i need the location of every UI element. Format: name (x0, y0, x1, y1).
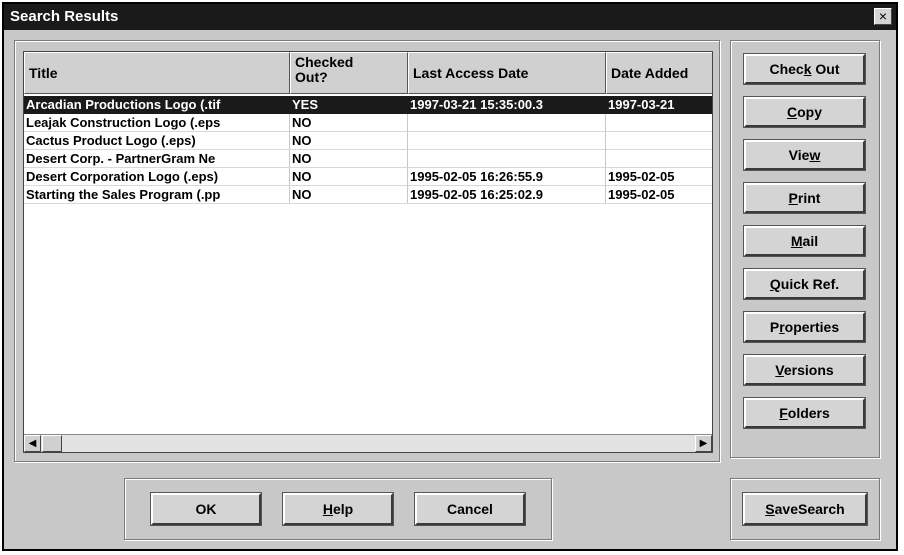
title-bar: Search Results × (4, 4, 896, 30)
quick-ref-button[interactable]: Quick Ref. (743, 268, 866, 300)
cell-title: Arcadian Productions Logo (.tif (24, 96, 290, 114)
cell-last-access (408, 114, 606, 132)
button-label: olders (787, 405, 830, 421)
button-label: P (769, 319, 780, 335)
horizontal-scrollbar[interactable]: ◀ ▶ (24, 434, 712, 452)
cell-date-added: 1997-03-21 (606, 96, 712, 114)
mnemonic: Q (769, 276, 781, 292)
print-button[interactable]: Print (743, 182, 866, 214)
list-rows: Arcadian Productions Logo (.tif YES 1997… (24, 96, 712, 204)
cell-checked-out: NO (290, 114, 408, 132)
copy-button[interactable]: Copy (743, 96, 866, 128)
list-header: Title Checked Out? Last Access Date Date… (24, 52, 712, 94)
scroll-right-button[interactable]: ▶ (695, 435, 712, 452)
check-out-button[interactable]: Check Out (743, 53, 866, 85)
button-label: elp (332, 501, 354, 517)
properties-button[interactable]: Properties (743, 311, 866, 343)
cell-title: Cactus Product Logo (.eps) (24, 132, 290, 150)
button-label: Out (811, 61, 840, 77)
cell-date-added (606, 114, 712, 132)
search-results-dialog: Search Results × Title Checked Out? Last… (2, 2, 898, 551)
help-button[interactable]: Help (282, 492, 394, 526)
mail-button[interactable]: Mail (743, 225, 866, 257)
button-label: Vie (788, 147, 810, 163)
column-header-date-added[interactable]: Date Added (606, 52, 712, 94)
button-label: aveSearch (774, 501, 845, 517)
button-label: operties (784, 319, 840, 335)
cell-last-access (408, 132, 606, 150)
view-button[interactable]: View (743, 139, 866, 171)
table-row[interactable]: Cactus Product Logo (.eps) NO (24, 132, 712, 150)
cell-date-added (606, 150, 712, 168)
cell-title: Leajak Construction Logo (.eps (24, 114, 290, 132)
close-icon: × (878, 8, 888, 24)
close-button[interactable]: × (874, 8, 892, 25)
mnemonic: F (779, 405, 788, 421)
mnemonic: V (775, 362, 784, 378)
dialog-button-panel: OK Help Cancel (124, 478, 552, 540)
cell-title: Desert Corp. - PartnerGram Ne (24, 150, 290, 168)
save-search-button[interactable]: SaveSearch (742, 492, 868, 526)
mnemonic: H (322, 501, 333, 517)
cell-date-added: 1995-02-05 (606, 186, 712, 204)
cell-title: Starting the Sales Program (.pp (24, 186, 290, 204)
scroll-thumb[interactable] (42, 435, 62, 452)
cell-last-access: 1995-02-05 16:25:02.9 (408, 186, 606, 204)
table-row[interactable]: Starting the Sales Program (.pp NO 1995-… (24, 186, 712, 204)
mnemonic: M (790, 233, 803, 249)
column-header-title[interactable]: Title (24, 52, 290, 94)
cancel-button[interactable]: Cancel (414, 492, 526, 526)
table-row[interactable]: Leajak Construction Logo (.eps NO (24, 114, 712, 132)
button-label: ail (802, 233, 819, 249)
button-label: OK (195, 501, 217, 517)
action-button-panel: Check Out Copy View Print Mail Quick Ref… (730, 40, 880, 458)
mnemonic: C (786, 104, 798, 120)
cell-checked-out: YES (290, 96, 408, 114)
button-label: uick Ref. (780, 276, 840, 292)
table-row[interactable]: Arcadian Productions Logo (.tif YES 1997… (24, 96, 712, 114)
table-row[interactable]: Desert Corporation Logo (.eps) NO 1995-0… (24, 168, 712, 186)
column-header-checked-out[interactable]: Checked Out? (290, 52, 408, 94)
scroll-left-icon: ◀ (28, 438, 37, 449)
mnemonic: k (803, 61, 812, 77)
results-panel: Title Checked Out? Last Access Date Date… (14, 40, 720, 462)
cell-last-access: 1995-02-05 16:26:55.9 (408, 168, 606, 186)
cell-checked-out: NO (290, 186, 408, 204)
cell-checked-out: NO (290, 150, 408, 168)
cell-checked-out: NO (290, 168, 408, 186)
button-label: Cancel (447, 501, 493, 517)
save-search-panel: SaveSearch (730, 478, 880, 540)
button-label: ersions (783, 362, 834, 378)
cell-last-access (408, 150, 606, 168)
window-title: Search Results (10, 8, 119, 25)
column-header-label: Date Added (611, 65, 689, 81)
cell-date-added (606, 132, 712, 150)
cell-title: Desert Corporation Logo (.eps) (24, 168, 290, 186)
cell-date-added: 1995-02-05 (606, 168, 712, 186)
scroll-left-button[interactable]: ◀ (24, 435, 41, 452)
column-header-label: Checked (295, 54, 354, 70)
versions-button[interactable]: Versions (743, 354, 866, 386)
button-label: opy (797, 104, 822, 120)
button-label: Chec (769, 61, 804, 77)
button-label: rint (797, 190, 821, 206)
table-row[interactable]: Desert Corp. - PartnerGram Ne NO (24, 150, 712, 168)
cell-checked-out: NO (290, 132, 408, 150)
mnemonic: P (788, 190, 798, 206)
ok-button[interactable]: OK (150, 492, 262, 526)
column-header-last-access[interactable]: Last Access Date (408, 52, 606, 94)
folders-button[interactable]: Folders (743, 397, 866, 429)
cell-last-access: 1997-03-21 15:35:00.3 (408, 96, 606, 114)
scroll-right-icon: ▶ (699, 438, 708, 449)
mnemonic: w (809, 147, 821, 163)
results-list[interactable]: Title Checked Out? Last Access Date Date… (23, 51, 713, 453)
column-header-label: Title (29, 65, 58, 81)
column-header-label: Last Access Date (413, 65, 529, 81)
column-header-label: Out? (295, 69, 328, 85)
mnemonic: S (765, 501, 775, 517)
